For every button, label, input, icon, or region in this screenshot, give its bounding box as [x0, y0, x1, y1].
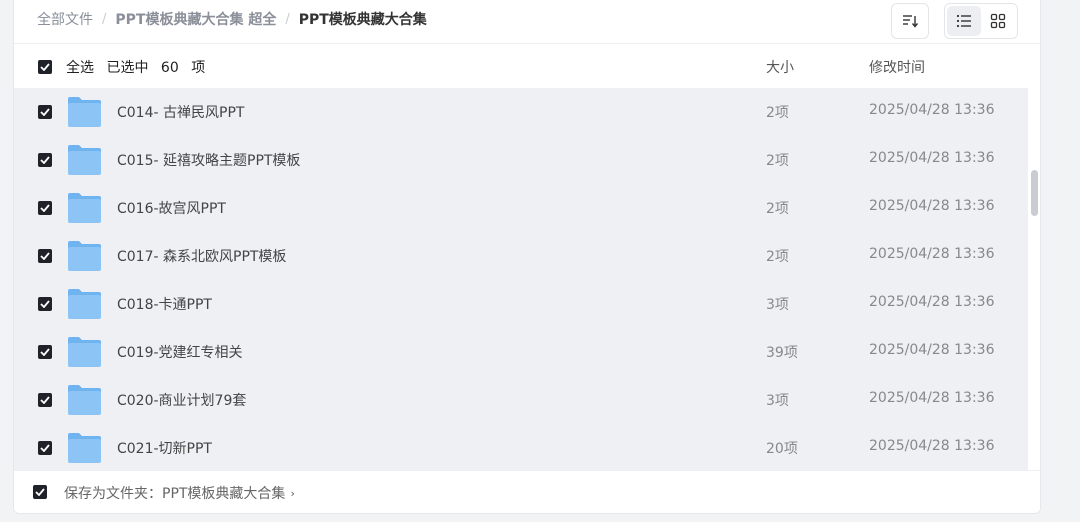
save-as-folder-option[interactable]: 保存为文件夹：PPT模板典藏大合集 › [64, 483, 295, 503]
folder-icon [68, 289, 101, 319]
save-bar: 保存为文件夹：PPT模板典藏大合集 › [14, 470, 1040, 513]
folder-icon [68, 385, 101, 415]
file-name[interactable]: C017- 森系北欧风PPT模板 [117, 246, 286, 266]
file-row[interactable]: C016-故宫风PPT 2项 2025/04/28 13:36 [14, 184, 1028, 232]
top-bar: 全部文件 / PPT模板典藏大合集 超全 / PPT模板典藏大合集 [14, 0, 1040, 44]
file-modified-time: 2025/04/28 13:36 [869, 438, 995, 454]
file-modified-time: 2025/04/28 13:36 [869, 150, 995, 166]
breadcrumb-separator: / [102, 12, 107, 27]
file-picker-panel: 全部文件 / PPT模板典藏大合集 超全 / PPT模板典藏大合集 全选 已选中… [13, 0, 1041, 514]
check-icon [35, 488, 45, 496]
list-view-icon [956, 14, 971, 28]
row-checkbox[interactable] [38, 345, 52, 359]
file-size: 39项 [766, 345, 798, 361]
scrollbar[interactable] [1028, 88, 1040, 470]
folder-icon [68, 337, 101, 367]
list-header: 全选 已选中 60 项 大小 修改时间 [14, 45, 1040, 88]
file-row[interactable]: C014- 古禅民风PPT 2项 2025/04/28 13:36 [14, 88, 1028, 136]
file-modified-time: 2025/04/28 13:36 [869, 198, 995, 214]
file-size: 2项 [766, 153, 789, 169]
file-row[interactable]: C018-卡通PPT 3项 2025/04/28 13:36 [14, 280, 1028, 328]
folder-icon [68, 97, 101, 127]
check-icon [40, 204, 50, 212]
row-checkbox[interactable] [38, 201, 52, 215]
row-checkbox[interactable] [38, 297, 52, 311]
save-as-folder-checkbox[interactable] [33, 485, 47, 499]
row-checkbox[interactable] [38, 393, 52, 407]
check-icon [40, 396, 50, 404]
folder-icon [68, 433, 101, 463]
file-name[interactable]: C014- 古禅民风PPT [117, 102, 244, 122]
file-name[interactable]: C019-党建红专相关 [117, 342, 243, 362]
file-name[interactable]: C020-商业计划79套 [117, 390, 246, 410]
save-as-folder-label: 保存为文件夹：PPT模板典藏大合集 [64, 486, 286, 502]
list-view-button[interactable] [947, 6, 981, 36]
file-name[interactable]: C018-卡通PPT [117, 294, 212, 314]
select-all-label[interactable]: 全选 [66, 60, 94, 76]
scrollbar-thumb[interactable] [1031, 170, 1038, 216]
file-row[interactable]: C017- 森系北欧风PPT模板 2项 2025/04/28 13:36 [14, 232, 1028, 280]
check-icon [40, 348, 50, 356]
file-size: 2项 [766, 105, 789, 121]
file-size: 20项 [766, 441, 798, 457]
file-size: 3项 [766, 393, 789, 409]
folder-icon [68, 145, 101, 175]
file-modified-time: 2025/04/28 13:36 [869, 342, 995, 358]
check-icon [40, 156, 50, 164]
selected-count: 60 [160, 60, 179, 76]
check-icon [40, 252, 50, 260]
breadcrumb-root[interactable]: 全部文件 [37, 10, 93, 30]
file-modified-time: 2025/04/28 13:36 [869, 246, 995, 262]
file-modified-time: 2025/04/28 13:36 [869, 294, 995, 310]
file-name[interactable]: C016-故宫风PPT [117, 198, 226, 218]
column-header-size[interactable]: 大小 [766, 57, 794, 77]
file-modified-time: 2025/04/28 13:36 [869, 390, 995, 406]
file-modified-time: 2025/04/28 13:36 [869, 102, 995, 118]
file-row[interactable]: C019-党建红专相关 39项 2025/04/28 13:36 [14, 328, 1028, 376]
folder-icon [68, 193, 101, 223]
file-list: C013-渲渲风ppt1项2025/04/28 13:36C014- 古禅民风P… [14, 88, 1028, 470]
sort-icon [903, 15, 918, 28]
breadcrumb-separator: / [285, 12, 290, 27]
file-size: 2项 [766, 249, 789, 265]
file-name[interactable]: C015- 延禧攻略主题PPT模板 [117, 150, 300, 170]
row-checkbox[interactable] [38, 441, 52, 455]
breadcrumb-current: PPT模板典藏大合集 [298, 12, 427, 28]
chevron-right-icon: › [290, 486, 295, 500]
file-row[interactable]: C015- 延禧攻略主题PPT模板 2项 2025/04/28 13:36 [14, 136, 1028, 184]
select-all-checkbox[interactable] [38, 60, 52, 74]
view-toggle-group [944, 3, 1018, 39]
sort-button[interactable] [891, 3, 929, 39]
column-header-modified-time[interactable]: 修改时间 [869, 57, 925, 77]
file-size: 3项 [766, 297, 789, 313]
file-name[interactable]: C021-切新PPT [117, 438, 212, 458]
file-size: 2项 [766, 201, 789, 217]
file-rows: C013-渲渲风ppt1项2025/04/28 13:36C014- 古禅民风P… [14, 88, 1028, 470]
check-icon [40, 108, 50, 116]
grid-view-icon [990, 13, 1006, 29]
file-row[interactable]: C020-商业计划79套 3项 2025/04/28 13:36 [14, 376, 1028, 424]
row-checkbox[interactable] [38, 249, 52, 263]
breadcrumb: 全部文件 / PPT模板典藏大合集 超全 / PPT模板典藏大合集 [37, 10, 427, 30]
selected-unit: 项 [191, 60, 206, 76]
breadcrumb-parent[interactable]: PPT模板典藏大合集 超全 [115, 10, 276, 30]
file-row[interactable]: C021-切新PPT 20项 2025/04/28 13:36 [14, 424, 1028, 470]
selection-summary: 全选 已选中 60 项 [66, 57, 213, 77]
check-icon [40, 300, 50, 308]
grid-view-button[interactable] [981, 6, 1015, 36]
check-icon [40, 444, 50, 452]
selected-label: 已选中 [106, 60, 149, 76]
check-icon [40, 63, 50, 71]
row-checkbox[interactable] [38, 105, 52, 119]
folder-icon [68, 241, 101, 271]
row-checkbox[interactable] [38, 153, 52, 167]
